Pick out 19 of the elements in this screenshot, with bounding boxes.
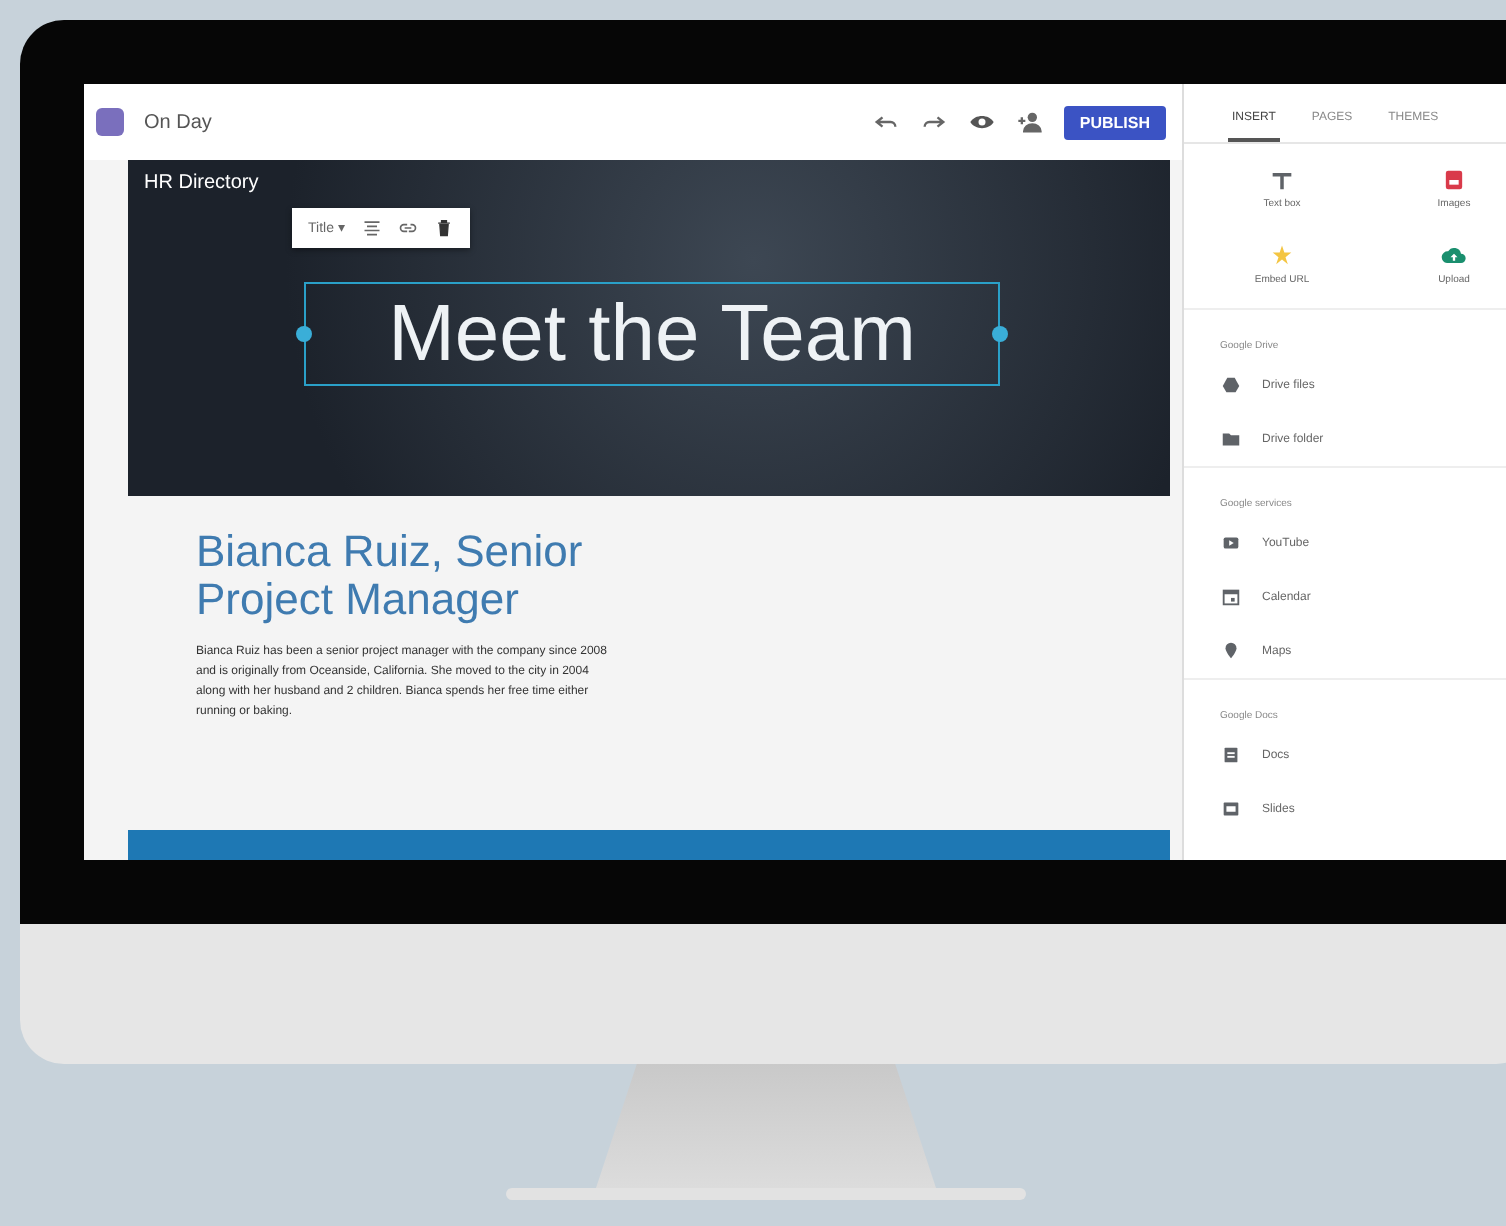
video-icon [1220,532,1242,554]
hero-title: Meet the Team [388,289,916,379]
map-icon [1220,640,1242,662]
profile-heading: Bianca Ruiz, Senior Project Manager [196,528,585,625]
folder-icon [1220,428,1242,450]
site-title: On Day [144,111,214,133]
image-icon [1440,166,1468,194]
site-name: HR Directory [144,172,261,194]
calendar-icon [1220,586,1242,608]
app-logo-icon[interactable] [96,108,124,136]
resize-handle[interactable] [992,326,1008,342]
resize-handle[interactable] [296,326,312,342]
link-icon[interactable] [397,218,418,238]
doc-icon [1220,744,1242,766]
slides-icon [1220,798,1242,820]
publish-button[interactable]: PUBLISH [1063,105,1166,139]
person-add-icon[interactable] [1015,108,1044,136]
trash-icon[interactable] [433,218,454,238]
align-center-icon[interactable] [361,218,382,238]
